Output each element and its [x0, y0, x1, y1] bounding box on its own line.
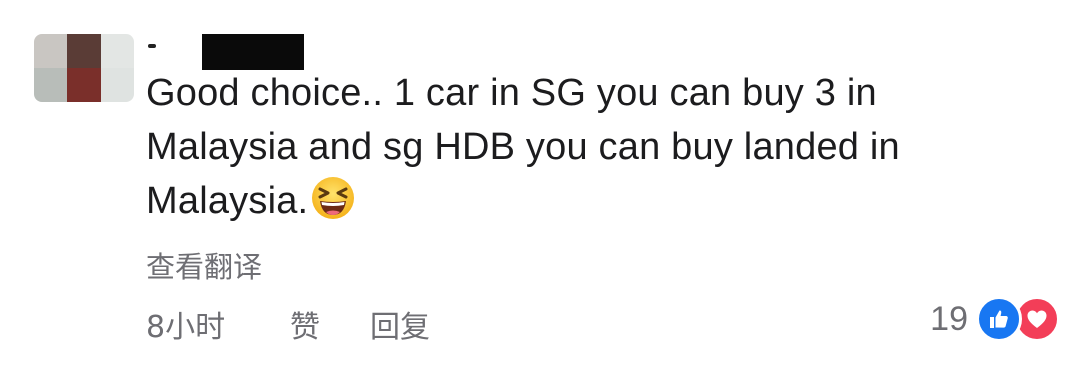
- avatar[interactable]: [34, 34, 134, 102]
- reply-button[interactable]: 回复: [370, 302, 430, 346]
- comment-line: Good choice.. 1 car in SG you can buy 3 …: [146, 72, 877, 114]
- like-button[interactable]: 赞: [290, 302, 370, 346]
- comment: Good choice.. 1 car in SG you can buy 3 …: [0, 0, 1080, 366]
- comment-text: Good choice.. 1 car in SG you can buy 3 …: [146, 66, 1006, 228]
- author-name-redacted[interactable]: [202, 34, 304, 70]
- comment-line: Malaysia.: [146, 174, 1006, 228]
- comment-time: 8小时: [146, 310, 226, 345]
- see-translation-link[interactable]: 查看翻译: [146, 244, 262, 286]
- reactions-summary[interactable]: 19: [930, 296, 1060, 342]
- reaction-count: 19: [930, 299, 968, 338]
- like-icon: [976, 296, 1022, 342]
- author-name-fragment: [148, 44, 156, 48]
- comment-meta: 8小时 赞 回复: [146, 302, 430, 346]
- comment-line: Malaysia and sg HDB you can buy landed i…: [146, 126, 900, 168]
- grinning-squinting-face-icon: [312, 177, 355, 219]
- comment-line-text: Malaysia.: [146, 180, 309, 222]
